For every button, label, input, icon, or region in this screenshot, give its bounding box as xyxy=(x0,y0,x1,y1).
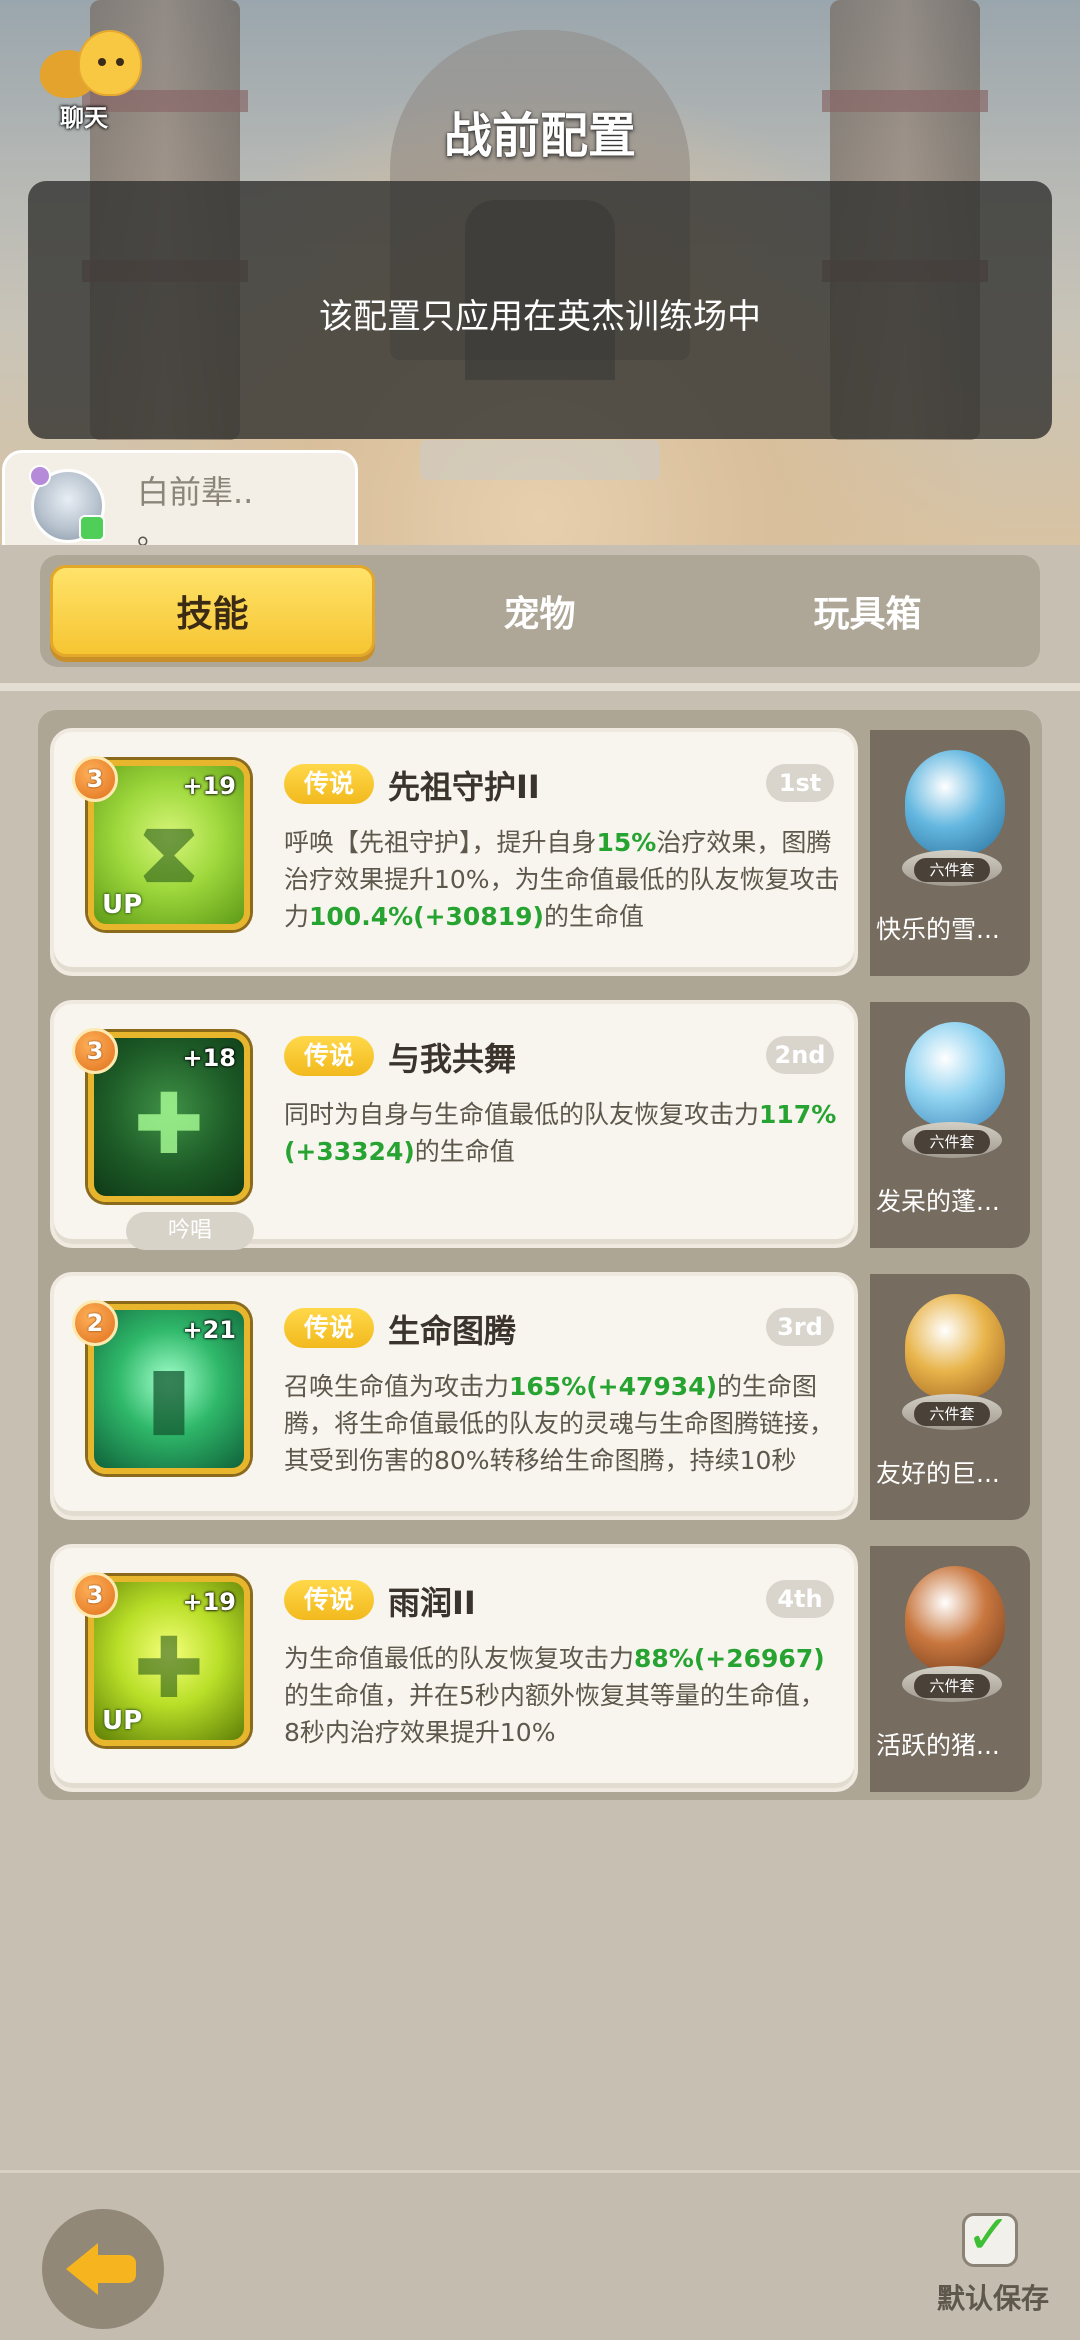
skill-card[interactable]: ⧗ +19 UP 3 传说 先祖守护II 1st 呼唤【先祖守护】，提升自身15… xyxy=(50,728,858,976)
pet-set-tag: 六件套 xyxy=(914,1130,990,1154)
pet-figure-icon xyxy=(905,1566,1005,1671)
skill-up-label: UP xyxy=(102,890,143,920)
arena-steps xyxy=(420,440,660,480)
skill-bonus: +19 xyxy=(182,772,236,800)
tab-skills[interactable]: 技能 xyxy=(50,565,375,657)
skill-bonus: +18 xyxy=(182,1044,236,1072)
pet-slot[interactable]: 六件套 快乐的雪... xyxy=(870,730,1030,976)
skill-bonus: +19 xyxy=(182,1588,236,1616)
rank-badge: 2nd xyxy=(766,1036,834,1074)
skill-name: 先祖守护II xyxy=(388,768,540,806)
skill-name: 雨润II xyxy=(388,1584,476,1622)
pet-figure-icon xyxy=(905,1294,1005,1399)
tab-toybox[interactable]: 玩具箱 xyxy=(705,565,1030,657)
pet-name: 活跃的猪... xyxy=(876,1731,1000,1760)
save-default-label: 默认保存 xyxy=(936,2282,1049,2315)
skill-description: 呼唤【先祖守护】，提升自身15%治疗效果，图腾治疗效果提升10%，为生命值最低的… xyxy=(284,828,840,931)
divider xyxy=(0,683,1080,691)
tab-bar: 技能 宠物 玩具箱 xyxy=(40,555,1040,667)
skill-card[interactable]: ✚ +19 UP 3 传说 雨润II 4th 为生命值最低的队友恢复攻击力88%… xyxy=(50,1544,858,1792)
pet-set-tag: 六件套 xyxy=(914,1674,990,1698)
skill-star-badge: 3 xyxy=(72,1572,118,1618)
skill-name: 与我共舞 xyxy=(388,1040,517,1078)
profile-tab[interactable]: 白前辈.. 。 xyxy=(2,450,358,552)
save-default-toggle[interactable]: ✓ 默认保存 xyxy=(928,2205,1058,2323)
pet-name: 发呆的蓬... xyxy=(876,1187,1000,1216)
skill-name: 生命图腾 xyxy=(388,1312,517,1350)
pet-set-tag: 六件套 xyxy=(914,858,990,882)
skill-card[interactable]: ▮ +21 2 传说 生命图腾 3rd 召唤生命值为攻击力165%(+47934… xyxy=(50,1272,858,1520)
checkmark-icon: ✓ xyxy=(966,2203,1012,2266)
pet-figure-icon xyxy=(905,750,1005,855)
pet-name: 友好的巨... xyxy=(876,1459,1000,1488)
chant-tag: 吟唱 xyxy=(126,1212,254,1250)
back-arrow-icon xyxy=(66,2243,98,2295)
rank-badge: 1st xyxy=(766,764,834,802)
rank-badge: 4th xyxy=(766,1580,834,1618)
skill-description: 同时为自身与生命值最低的队友恢复攻击力117%(+33324)的生命值 xyxy=(284,1100,837,1166)
skill-row-4[interactable]: ✚ +19 UP 3 传说 雨润II 4th 为生命值最低的队友恢复攻击力88%… xyxy=(50,1534,1030,1792)
profile-name: 白前辈.. xyxy=(137,473,254,511)
avatar-badge-icon xyxy=(29,465,51,487)
online-status-icon xyxy=(79,515,105,541)
chat-face-icon xyxy=(78,30,142,96)
skill-row-3[interactable]: ▮ +21 2 传说 生命图腾 3rd 召唤生命值为攻击力165%(+47934… xyxy=(50,1262,1030,1520)
rarity-badge: 传说 xyxy=(284,1580,374,1620)
bottom-bar: ✓ 默认保存 xyxy=(0,2170,1080,2340)
pet-figure-icon xyxy=(905,1022,1005,1127)
rarity-badge: 传说 xyxy=(284,764,374,804)
skill-bonus: +21 xyxy=(182,1316,236,1344)
rarity-badge: 传说 xyxy=(284,1036,374,1076)
pet-set-tag: 六件套 xyxy=(914,1402,990,1426)
rank-badge: 3rd xyxy=(766,1308,834,1346)
back-button[interactable] xyxy=(42,2209,164,2329)
skill-star-badge: 3 xyxy=(72,1028,118,1074)
skill-description: 召唤生命值为攻击力165%(+47934)的生命图腾，将生命值最低的队友的灵魂与… xyxy=(284,1372,835,1475)
pet-slot[interactable]: 六件套 活跃的猪... xyxy=(870,1546,1030,1792)
notice-box: 该配置只应用在英杰训练场中 xyxy=(28,181,1052,439)
pet-slot[interactable]: 六件套 发呆的蓬... xyxy=(870,1002,1030,1248)
rarity-badge: 传说 xyxy=(284,1308,374,1348)
page-title: 战前配置 xyxy=(443,108,636,164)
pet-name: 快乐的雪... xyxy=(876,915,1000,944)
skill-row-2[interactable]: ✚ +18 3 吟唱 传说 与我共舞 2nd 同时为自身与生命值最低的队友恢复攻… xyxy=(50,990,1030,1250)
skill-card[interactable]: ✚ +18 3 吟唱 传说 与我共舞 2nd 同时为自身与生命值最低的队友恢复攻… xyxy=(50,1000,858,1250)
tab-pets[interactable]: 宠物 xyxy=(377,565,702,657)
skill-row-1[interactable]: ⧗ +19 UP 3 传说 先祖守护II 1st 呼唤【先祖守护】，提升自身15… xyxy=(50,718,1030,976)
skill-star-badge: 3 xyxy=(72,756,118,802)
skill-up-label: UP xyxy=(102,1706,143,1736)
notice-text: 该配置只应用在英杰训练场中 xyxy=(319,297,761,337)
skill-description: 为生命值最低的队友恢复攻击力88%(+26967)的生命值，并在5秒内额外恢复其… xyxy=(284,1644,825,1747)
pet-slot[interactable]: 六件套 友好的巨... xyxy=(870,1274,1030,1520)
skill-star-badge: 2 xyxy=(72,1300,118,1346)
